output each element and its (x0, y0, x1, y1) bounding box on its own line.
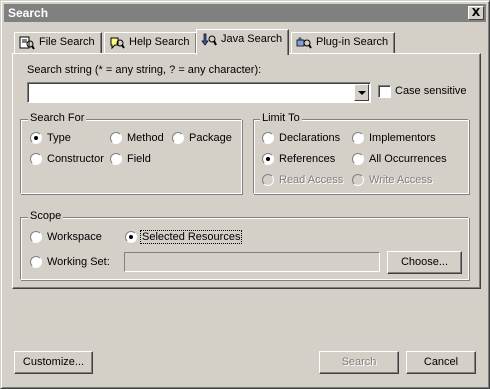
radio-implementors[interactable] (352, 132, 364, 144)
radio-read-access-label: Read Access (279, 174, 344, 186)
limit-to-title: Limit To (260, 112, 302, 124)
radio-references[interactable] (262, 153, 274, 165)
radio-method-label: Method (127, 132, 164, 144)
tab-file-search[interactable]: File Search (14, 32, 102, 53)
choose-button-label: Choose... (400, 256, 449, 268)
tab-help-search[interactable]: Help Search (104, 32, 197, 53)
radio-type[interactable] (30, 132, 42, 144)
radio-declarations-label: Declarations (279, 132, 341, 144)
search-for-title: Search For (28, 112, 87, 124)
search-string-label: Search string (* = any string, ? = any c… (27, 64, 262, 76)
case-sensitive-label: Case sensitive (395, 85, 467, 97)
radio-working-set-label: Working Set: (47, 256, 110, 268)
radio-selected-resources-label: Selected Resources (139, 230, 243, 244)
working-set-field (124, 252, 380, 272)
search-dialog: Search X File Search Help Search Java Se… (0, 0, 490, 389)
search-button: Search (319, 351, 399, 374)
tab-label: Java Search (221, 33, 283, 45)
tab-label: Help Search (129, 36, 190, 48)
radio-method[interactable] (110, 132, 122, 144)
close-button[interactable]: X (468, 6, 484, 20)
radio-read-access (262, 174, 274, 186)
radio-write-access (352, 174, 364, 186)
radio-field-label: Field (127, 153, 151, 165)
search-string-combo[interactable] (27, 82, 371, 103)
title-bar[interactable]: Search X (4, 4, 486, 22)
radio-type-label: Type (47, 132, 71, 144)
radio-workspace-label: Workspace (47, 231, 102, 243)
radio-workspace[interactable] (30, 231, 42, 243)
help-search-icon (110, 37, 125, 50)
tab-plugin-search[interactable]: Plug-in Search (291, 32, 396, 53)
tab-label: File Search (39, 36, 95, 48)
radio-declarations[interactable] (262, 132, 274, 144)
window-title: Search (8, 6, 49, 20)
customize-button[interactable]: Customize... (14, 351, 93, 374)
java-search-icon (201, 33, 217, 46)
radio-all-occurrences-label: All Occurrences (369, 153, 447, 165)
radio-write-access-label: Write Access (369, 174, 433, 186)
radio-selected-resources[interactable] (125, 231, 137, 243)
case-sensitive-checkbox[interactable] (378, 85, 391, 98)
radio-constructor-label: Constructor (47, 153, 104, 165)
radio-package[interactable] (172, 132, 184, 144)
cancel-button-label: Cancel (423, 356, 459, 368)
scope-title: Scope (28, 210, 64, 222)
radio-implementors-label: Implementors (369, 132, 436, 144)
cancel-button[interactable]: Cancel (406, 351, 476, 374)
radio-working-set[interactable] (30, 256, 42, 268)
radio-constructor[interactable] (30, 153, 42, 165)
file-search-icon (19, 36, 35, 50)
chevron-down-icon[interactable] (354, 84, 369, 101)
radio-field[interactable] (110, 153, 122, 165)
tab-java-search[interactable]: Java Search (196, 29, 290, 55)
plugin-search-icon (296, 37, 312, 49)
radio-references-label: References (279, 153, 336, 165)
close-icon: X (471, 6, 481, 19)
search-button-label: Search (341, 356, 377, 368)
choose-button[interactable]: Choose... (387, 251, 462, 274)
radio-package-label: Package (189, 132, 232, 144)
customize-button-label: Customize... (22, 356, 85, 368)
radio-all-occurrences[interactable] (352, 153, 364, 165)
tab-label: Plug-in Search (316, 36, 389, 48)
